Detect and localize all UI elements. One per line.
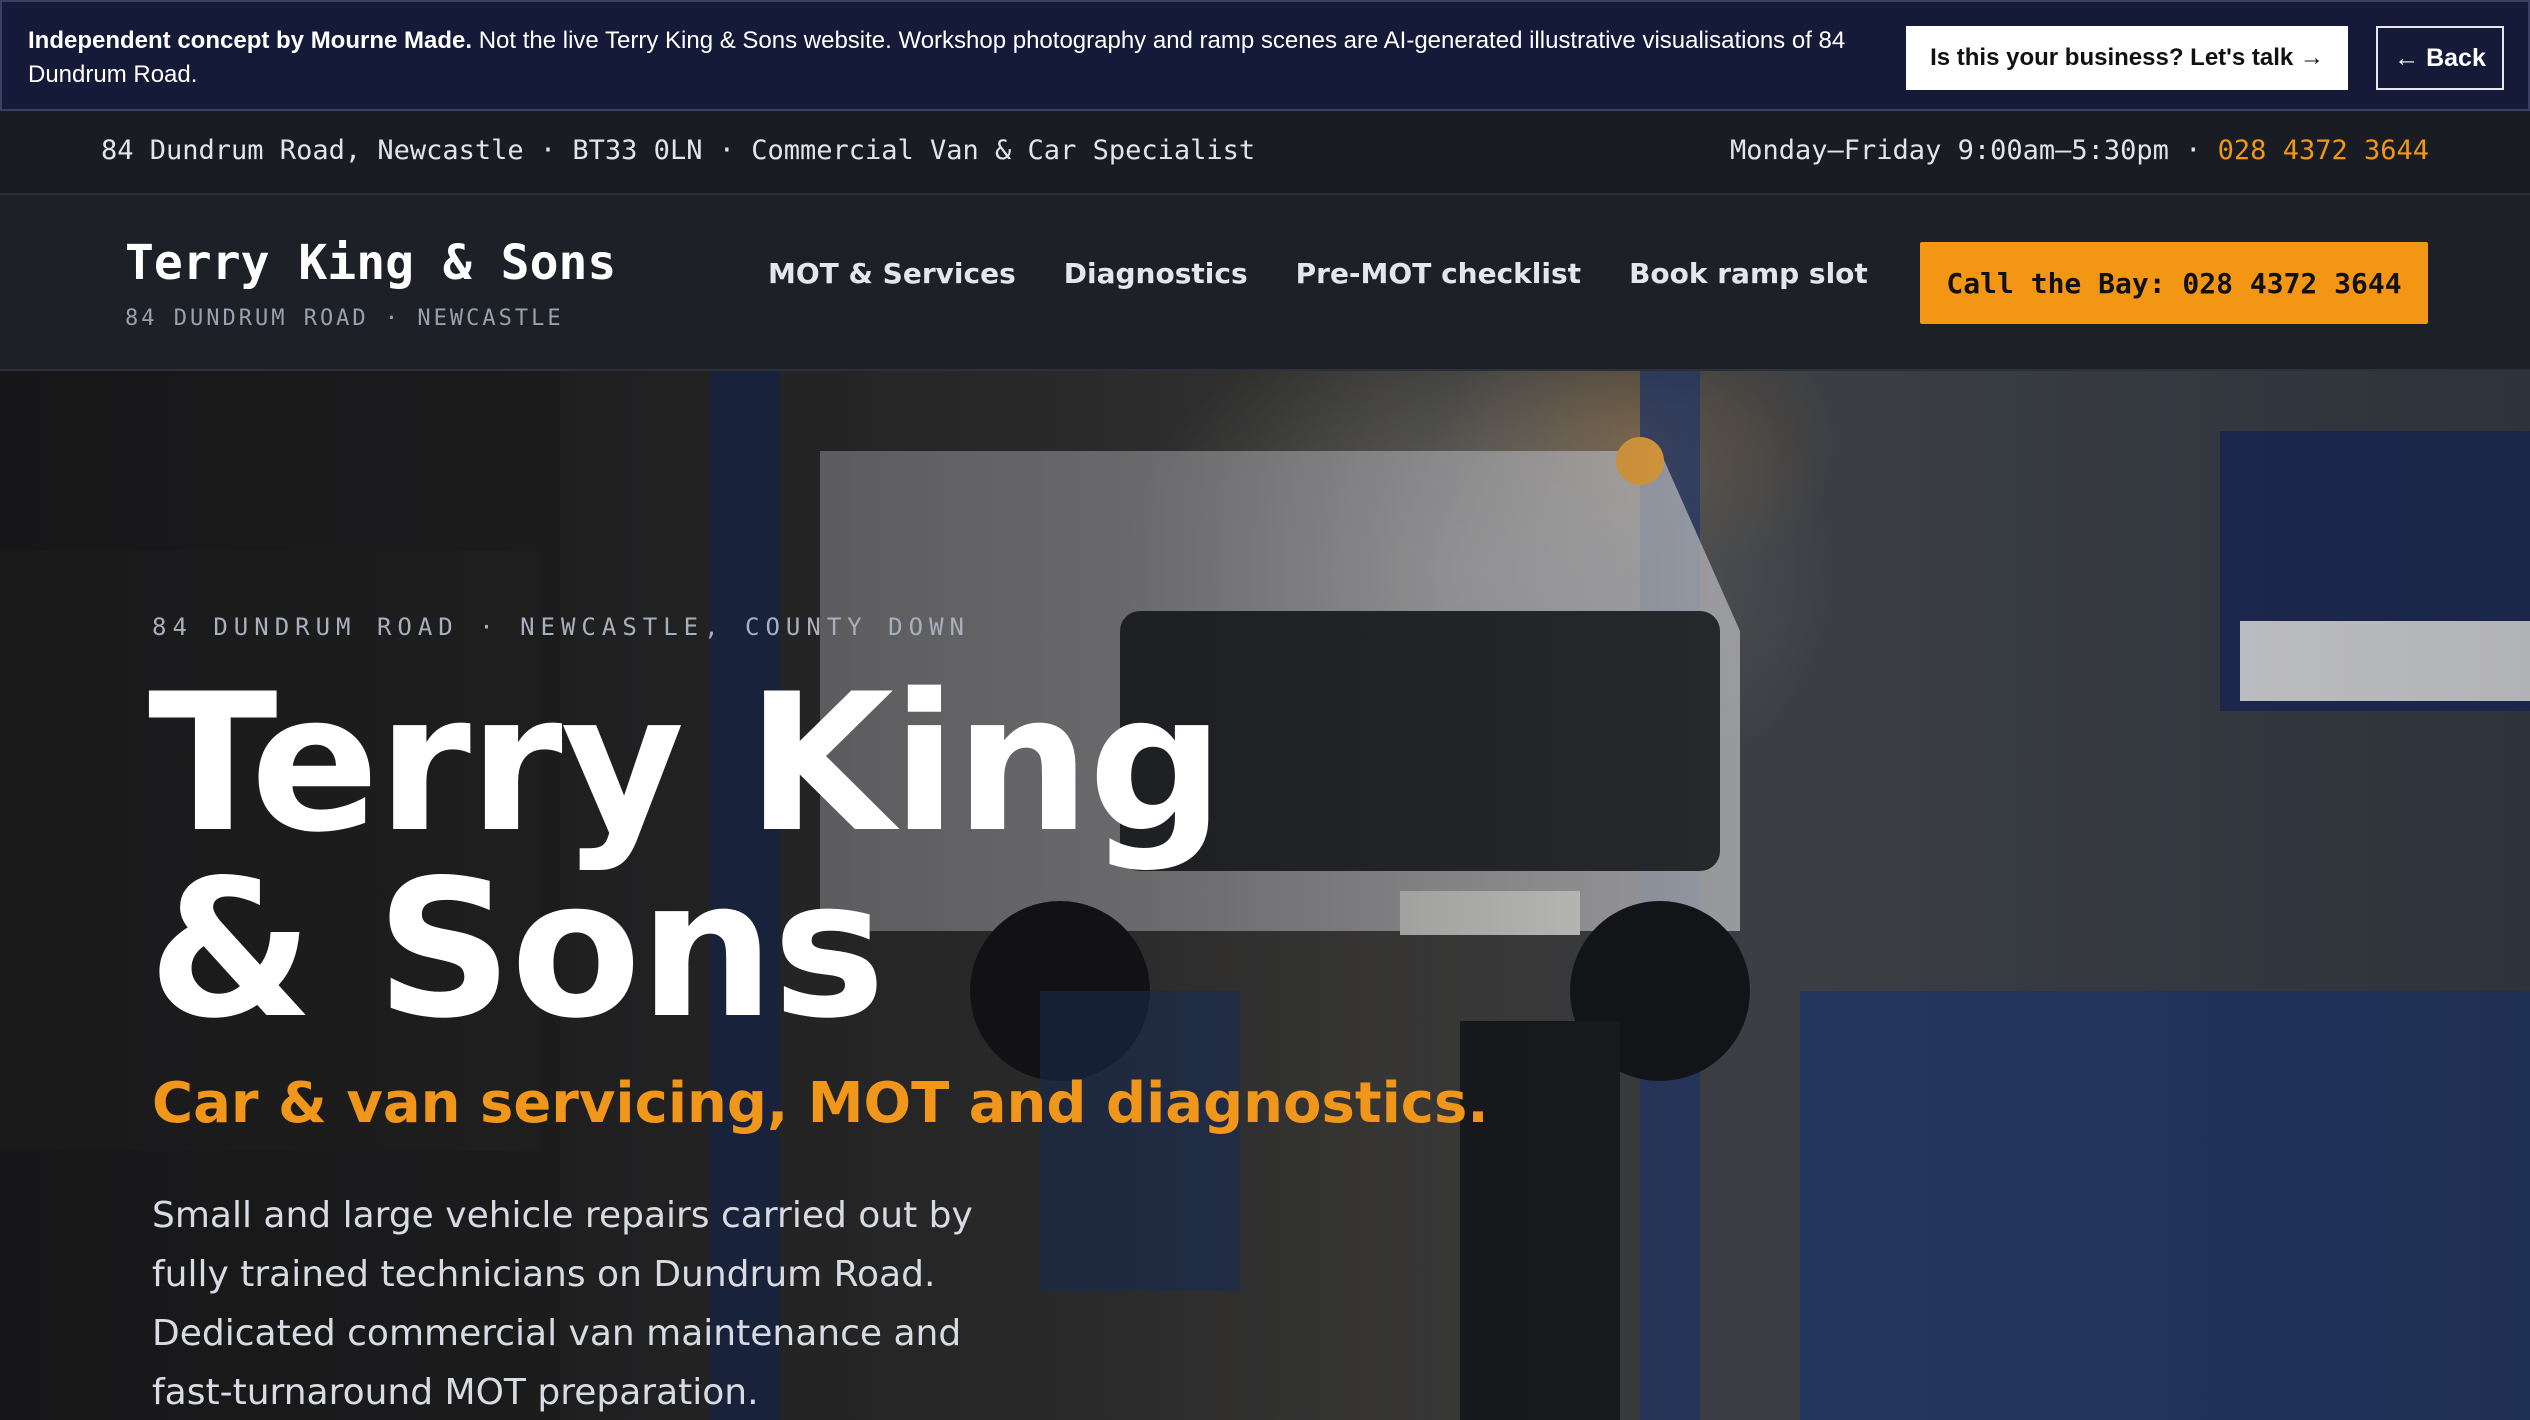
notice-text: Independent concept by Mourne Made. Not … [28, 24, 1878, 92]
main-nav: MOT & Services Diagnostics Pre-MOT check… [768, 257, 1868, 290]
nav-pre-mot-checklist[interactable]: Pre-MOT checklist [1296, 257, 1581, 290]
site-header: Terry King & Sons 84 DUNDRUM ROAD · NEWC… [0, 195, 2530, 371]
hero-title-line2: & Sons [148, 839, 886, 1060]
call-bay-button[interactable]: Call the Bay: 028 4372 3644 [1920, 242, 2428, 324]
nav-diagnostics[interactable]: Diagnostics [1064, 257, 1248, 290]
hero-eyebrow: 84 DUNDRUM ROAD · NEWCASTLE, COUNTY DOWN [152, 613, 970, 641]
hero-description: Small and large vehicle repairs carried … [152, 1195, 973, 1413]
info-hours-phone: Monday–Friday 9:00am–5:30pm · 028 4372 3… [1730, 135, 2429, 166]
lets-talk-button[interactable]: Is this your business? Let's talk → [1906, 26, 2348, 90]
back-button[interactable]: ← Back [2376, 26, 2504, 90]
info-address: 84 Dundrum Road, Newcastle · BT33 0LN · … [101, 135, 1256, 166]
notice-bold-text: Independent concept by Mourne Made. [28, 27, 473, 54]
info-bar: 84 Dundrum Road, Newcastle · BT33 0LN · … [0, 111, 2530, 195]
info-phone-link[interactable]: 028 4372 3644 [2218, 135, 2429, 166]
brand-subtitle: 84 DUNDRUM ROAD · NEWCASTLE [125, 306, 564, 331]
nav-book-ramp-slot[interactable]: Book ramp slot [1629, 257, 1868, 290]
brand-title[interactable]: Terry King & Sons [125, 235, 616, 291]
hero-section: 84 DUNDRUM ROAD · NEWCASTLE, COUNTY DOWN… [0, 371, 2530, 1420]
concept-notice-banner: Independent concept by Mourne Made. Not … [0, 0, 2530, 111]
hero-tagline: Car & van servicing, MOT and diagnostics… [152, 1071, 1489, 1136]
info-hours: Monday–Friday 9:00am–5:30pm · [1730, 135, 2218, 166]
hero-title: Terry King & Sons [148, 669, 1448, 1045]
nav-mot-services[interactable]: MOT & Services [768, 257, 1016, 290]
